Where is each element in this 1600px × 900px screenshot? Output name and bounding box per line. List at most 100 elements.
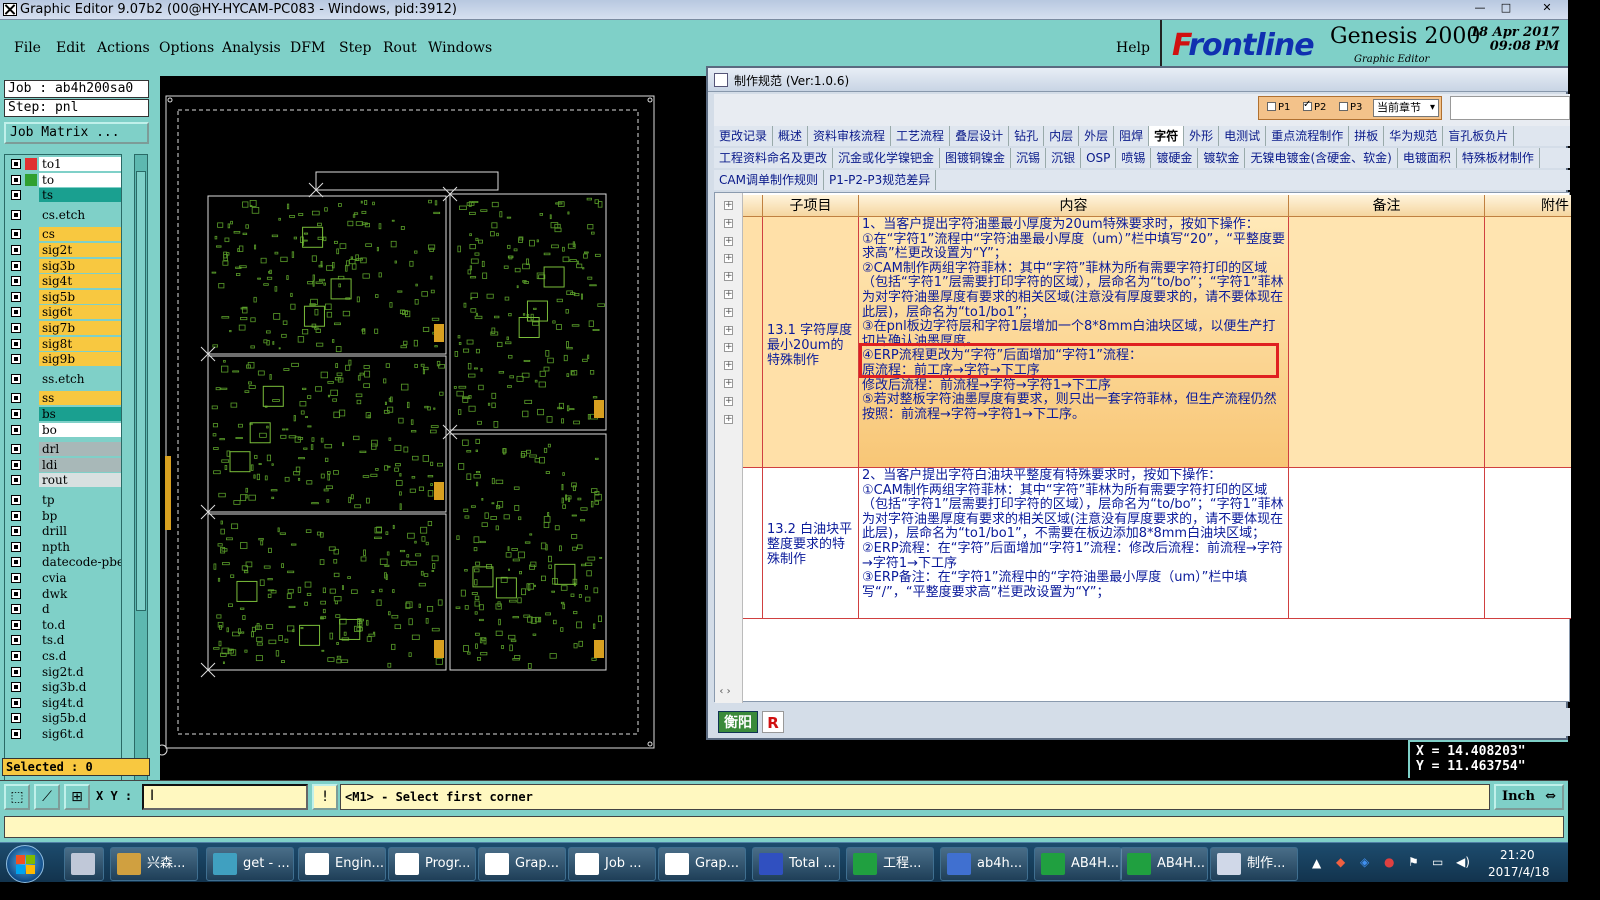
layer-name[interactable]: drill xyxy=(39,524,121,539)
layer-item[interactable]: sig5b.d xyxy=(7,711,121,726)
minimize-button[interactable]: — xyxy=(1468,1,1492,17)
layer-item[interactable]: to1 xyxy=(7,157,121,171)
layer-item[interactable]: to.d xyxy=(7,617,121,632)
tab-tabs_row1-15[interactable]: 盲孔板负片 xyxy=(1443,126,1515,146)
tab-tabs_row2-9[interactable]: 无镍电镀金(含硬金、软金) xyxy=(1245,148,1398,168)
layer-checkbox[interactable] xyxy=(11,229,21,240)
tab-tabs_row1-4[interactable]: 叠层设计 xyxy=(950,126,1010,146)
clock-date[interactable]: 2017/4/18 xyxy=(1488,865,1550,879)
layer-checkbox[interactable] xyxy=(11,338,21,349)
layer-item[interactable]: sig6t xyxy=(7,305,121,320)
layer-item[interactable]: cs.d xyxy=(7,649,121,663)
layer-checkbox[interactable] xyxy=(11,619,21,630)
layer-item[interactable]: rout xyxy=(7,473,121,488)
layer-item[interactable]: cs xyxy=(7,227,121,242)
flag-icon[interactable]: ⚑ xyxy=(1408,855,1419,869)
layer-item[interactable]: d xyxy=(7,602,121,617)
layer-checkbox[interactable] xyxy=(11,588,21,599)
layer-name[interactable]: cs.d xyxy=(39,649,121,663)
layer-item[interactable]: sig6t.d xyxy=(7,727,121,741)
tray-arrow-icon[interactable]: ▲ xyxy=(1312,856,1321,870)
layer-item[interactable]: ss xyxy=(7,391,121,406)
layer-checkbox[interactable] xyxy=(11,409,21,419)
layer-name[interactable]: sig4t.d xyxy=(39,695,121,710)
close-button[interactable]: ✕ xyxy=(1530,1,1564,17)
menu-analysis[interactable]: Analysis xyxy=(222,40,281,56)
layer-name[interactable]: drl xyxy=(39,442,121,457)
col-content[interactable]: 内容 xyxy=(859,195,1289,217)
p1-checkbox[interactable]: P1 xyxy=(1267,102,1290,113)
tab-tabs_row1-8[interactable]: 阻焊 xyxy=(1114,126,1150,146)
layer-checkbox[interactable] xyxy=(11,307,21,318)
unit-selector[interactable]: Inch ⇔ xyxy=(1494,784,1564,810)
layer-item[interactable]: tp xyxy=(7,493,121,507)
menu-rout[interactable]: Rout xyxy=(383,40,417,56)
tab-tabs_row1-13[interactable]: 拼板 xyxy=(1349,126,1385,146)
layer-name[interactable]: bs xyxy=(39,407,121,421)
layer-name[interactable]: sig3b.d xyxy=(39,680,121,695)
tab-tabs_row1-0[interactable]: 更改记录 xyxy=(714,126,774,146)
tab-tabs_row2-0[interactable]: 工程资料命名及更改 xyxy=(714,148,834,168)
expand-icon[interactable]: + xyxy=(724,379,733,388)
layer-name[interactable]: sig5b.d xyxy=(39,711,121,726)
scroll-thumb[interactable] xyxy=(136,171,146,611)
layer-checkbox[interactable] xyxy=(11,444,21,455)
menu-help[interactable]: Help xyxy=(1116,40,1150,56)
layer-item[interactable]: sig2t xyxy=(7,243,121,257)
tab-tabs_row2-1[interactable]: 沉金或化学镍钯金 xyxy=(833,148,941,168)
layer-name[interactable]: sig7b xyxy=(39,321,121,335)
expand-icon[interactable]: + xyxy=(724,218,733,228)
layer-name[interactable]: sig5b xyxy=(39,289,121,304)
grid-icon[interactable]: ⊞ xyxy=(64,784,90,810)
expand-icon[interactable]: + xyxy=(724,254,733,264)
layer-item[interactable]: drill xyxy=(7,524,121,539)
taskbar-item[interactable]: AB4H... xyxy=(1120,847,1208,881)
layer-checkbox[interactable] xyxy=(11,276,21,287)
expand-icon[interactable]: + xyxy=(724,343,733,353)
layer-checkbox[interactable] xyxy=(11,475,21,486)
tab-tabs_row1-3[interactable]: 工艺流程 xyxy=(891,126,951,146)
layer-color-swatch[interactable] xyxy=(25,158,37,170)
tab-tabs_row1-9[interactable]: 字符 xyxy=(1149,126,1185,146)
tab-tabs_row2-4[interactable]: 沉银 xyxy=(1046,148,1082,168)
layer-item[interactable]: drl xyxy=(7,442,121,457)
layer-checkbox[interactable] xyxy=(11,573,21,583)
layer-item[interactable]: ts.d xyxy=(7,633,121,648)
layer-checkbox[interactable] xyxy=(11,323,21,333)
menu-options[interactable]: Options xyxy=(159,40,214,56)
layer-name[interactable]: sig2t.d xyxy=(39,664,121,679)
pcb-panel-drawing[interactable] xyxy=(156,76,708,780)
expand-icon[interactable]: + xyxy=(724,396,733,406)
layer-item[interactable]: npth xyxy=(7,539,121,554)
layer-name[interactable]: sig9b xyxy=(39,352,121,367)
taskbar-item[interactable]: Grap... xyxy=(658,847,746,881)
tab-tabs_row3-1[interactable]: P1-P2-P3规范差异 xyxy=(824,170,937,190)
layer-name[interactable]: cvia xyxy=(39,571,121,585)
tab-tabs_row1-10[interactable]: 外形 xyxy=(1184,126,1220,146)
menu-edit[interactable]: Edit xyxy=(56,40,85,56)
expand-icon[interactable]: + xyxy=(724,272,733,282)
xy-input[interactable]: I xyxy=(142,784,308,810)
row-selector[interactable] xyxy=(743,468,763,619)
expand-icon[interactable]: + xyxy=(724,307,733,317)
tab-tabs_row3-0[interactable]: CAM调单制作规则 xyxy=(714,170,824,190)
tab-tabs_row1-1[interactable]: 概述 xyxy=(773,126,809,146)
layer-checkbox[interactable] xyxy=(11,373,21,384)
layer-name[interactable]: to1 xyxy=(39,157,121,171)
layer-item[interactable]: sig2t.d xyxy=(7,664,121,679)
layer-name[interactable]: dwk xyxy=(39,586,121,601)
layer-name[interactable]: npth xyxy=(39,539,121,554)
tray-app-icon[interactable]: ● xyxy=(1384,855,1394,869)
expand-icon[interactable]: + xyxy=(724,201,733,210)
layer-name[interactable]: ts.d xyxy=(39,633,121,648)
scroll-arrows[interactable]: ‹ › xyxy=(714,682,736,702)
layer-name[interactable]: sig4t xyxy=(39,274,121,289)
menu-step[interactable]: Step xyxy=(339,40,371,56)
layer-checkbox[interactable] xyxy=(11,713,21,724)
layer-checkbox[interactable] xyxy=(11,424,21,435)
layer-name[interactable]: datecode-pbe xyxy=(39,555,121,570)
p2-checkbox[interactable]: ✓ P2 xyxy=(1303,99,1326,113)
layer-checkbox[interactable] xyxy=(11,393,21,404)
layer-item[interactable]: bs xyxy=(7,407,121,421)
tab-tabs_row2-10[interactable]: 电镀面积 xyxy=(1398,148,1457,168)
